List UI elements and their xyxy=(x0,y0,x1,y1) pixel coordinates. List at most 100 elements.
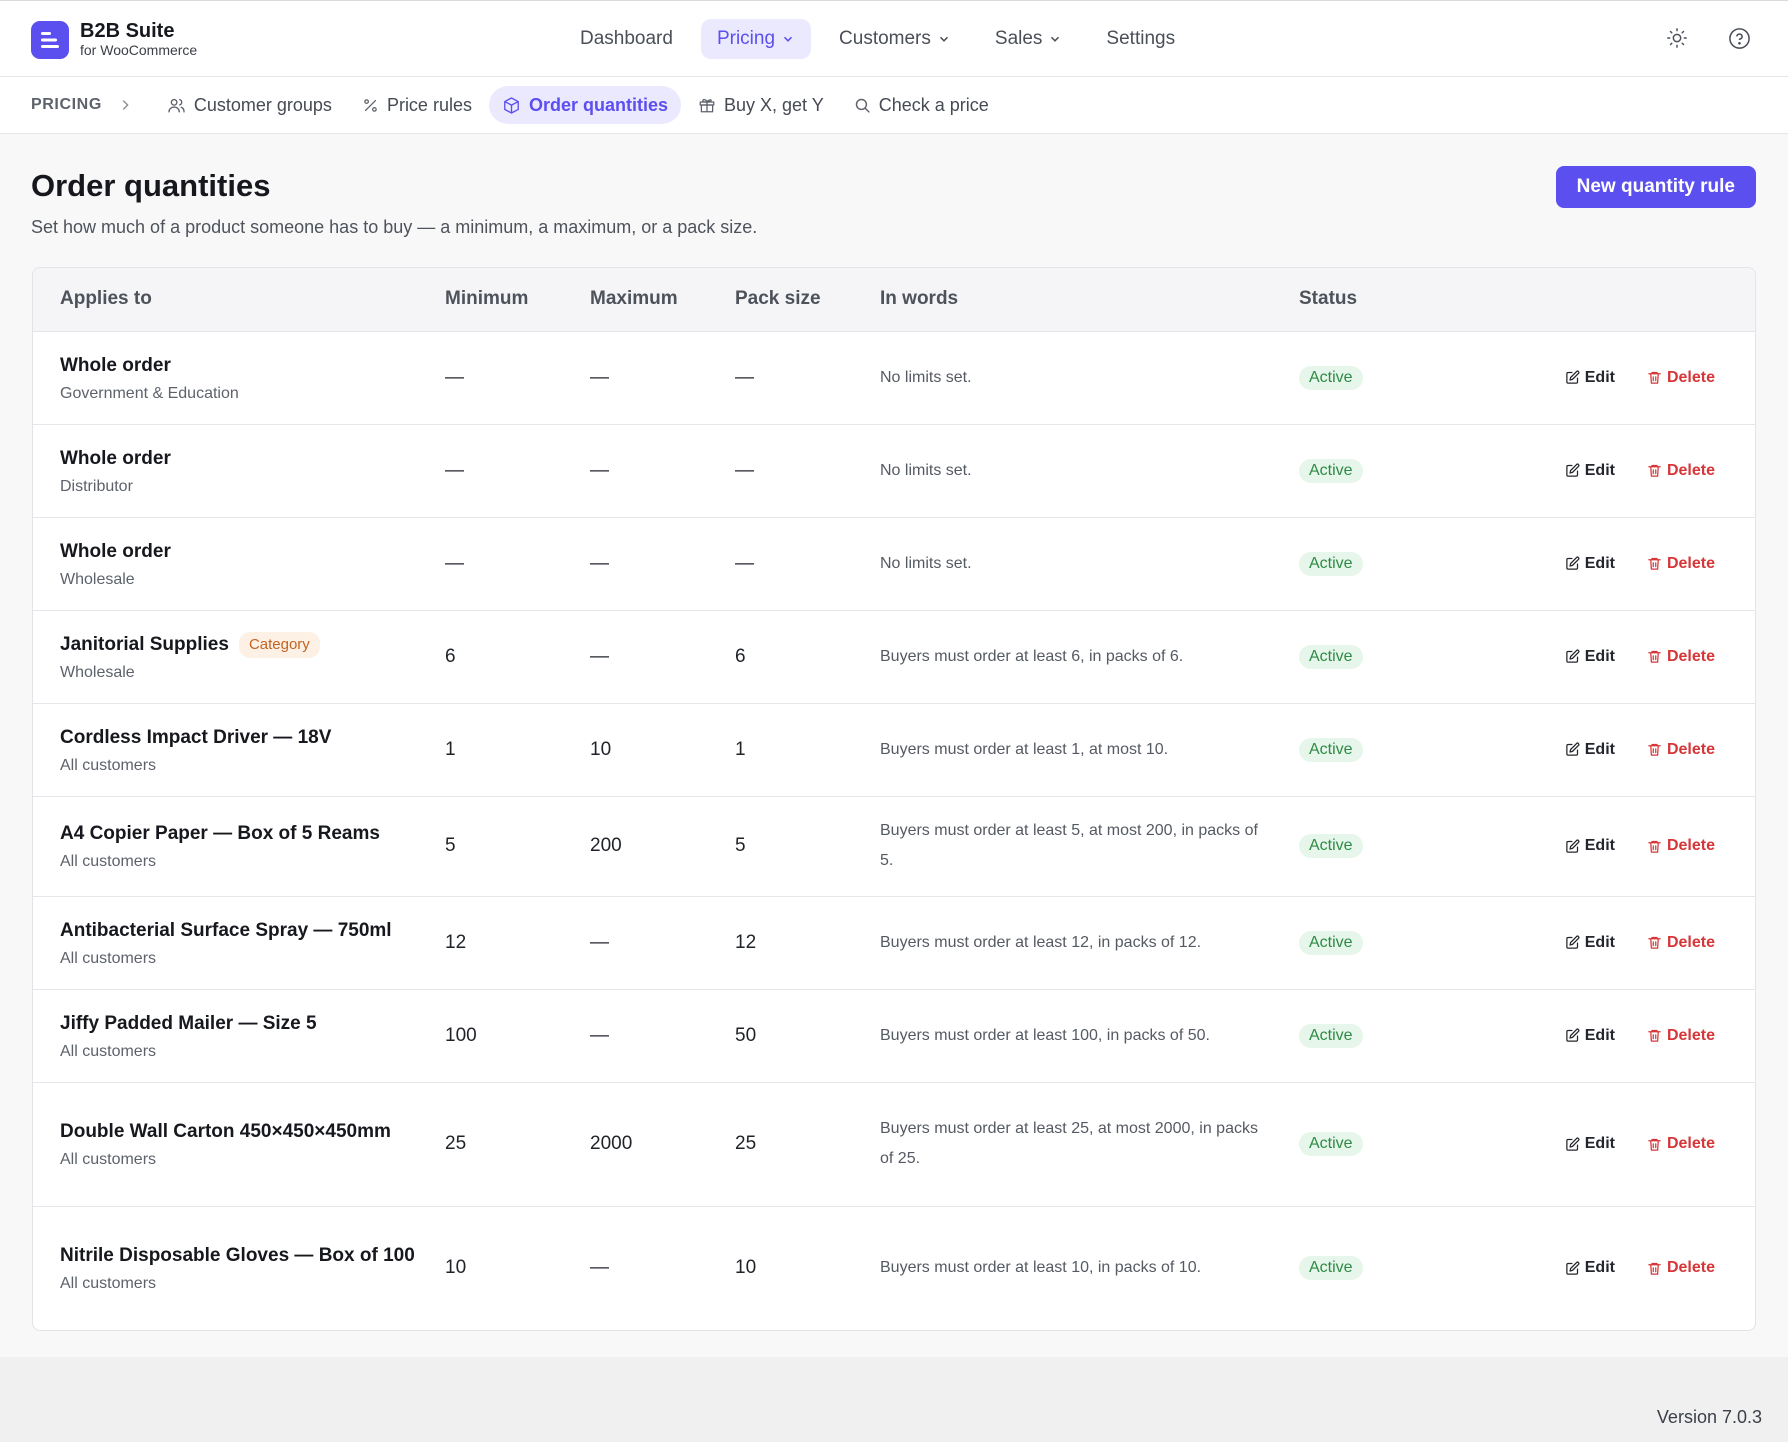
tab-check-a-price-label: Check a price xyxy=(878,94,989,115)
tab-price-rules[interactable]: Price rules xyxy=(349,86,485,124)
delete-button-label: Delete xyxy=(1666,368,1715,386)
edit-button-label: Edit xyxy=(1584,461,1615,479)
edit-button[interactable]: Edit xyxy=(1565,934,1615,952)
edit-icon xyxy=(1566,1137,1580,1151)
cell-in-words: Buyers must order at least 6, in packs o… xyxy=(880,610,1299,704)
cell-minimum: 100 xyxy=(445,989,590,1083)
rule-customer-group: Government & Education xyxy=(60,384,239,402)
breadcrumb[interactable]: PRICING xyxy=(31,96,102,114)
delete-button[interactable]: Delete xyxy=(1647,741,1715,759)
edit-button[interactable]: Edit xyxy=(1565,837,1615,855)
cell-actions: Edit Delete xyxy=(1499,796,1755,897)
nav-customers[interactable]: Customers xyxy=(823,19,967,59)
rule-customer-group: All customers xyxy=(60,949,157,967)
tab-buy-x-get-y[interactable]: Buy X, get Y xyxy=(685,86,837,124)
cell-applies-to: Janitorial Supplies Category Wholesale xyxy=(33,610,445,704)
tab-buy-x-get-y-label: Buy X, get Y xyxy=(724,94,824,115)
edit-icon xyxy=(1566,649,1580,663)
table-row: Nitrile Disposable Gloves — Box of 100 Al… xyxy=(33,1206,1755,1330)
cell-in-words: Buyers must order at least 100, in packs… xyxy=(880,989,1299,1083)
status-badge: Active xyxy=(1299,930,1363,955)
trash-icon xyxy=(1648,557,1661,570)
cell-actions: Edit Delete xyxy=(1499,1206,1755,1330)
tab-customer-groups-label: Customer groups xyxy=(193,94,332,115)
brand-subtitle: for WooCommerce xyxy=(80,42,198,58)
nav-settings[interactable]: Settings xyxy=(1090,19,1191,59)
help-circle-icon[interactable] xyxy=(1726,25,1752,51)
nav-pricing[interactable]: Pricing xyxy=(700,19,812,59)
edit-button[interactable]: Edit xyxy=(1565,1027,1615,1045)
delete-button[interactable]: Delete xyxy=(1647,1027,1715,1045)
sub-nav: PRICING Customer groups Price rules Orde… xyxy=(0,77,1788,134)
delete-button-label: Delete xyxy=(1666,740,1715,758)
tab-order-quantities-label: Order quantities xyxy=(528,94,668,115)
trash-icon xyxy=(1648,840,1661,853)
nav-sales[interactable]: Sales xyxy=(979,19,1079,59)
cell-in-words: No limits set. xyxy=(880,424,1299,518)
delete-button[interactable]: Delete xyxy=(1647,934,1715,952)
chevron-right-icon xyxy=(118,98,132,112)
delete-button[interactable]: Delete xyxy=(1647,555,1715,573)
delete-button[interactable]: Delete xyxy=(1647,837,1715,855)
rule-target-name: Jiffy Padded Mailer — Size 5 xyxy=(60,1012,317,1034)
rule-customer-group: All customers xyxy=(60,853,157,870)
nav-customers-label: Customers xyxy=(839,28,931,49)
page-description: Set how much of a product someone has to… xyxy=(31,217,758,237)
edit-button-label: Edit xyxy=(1584,1259,1615,1277)
footer: Version 7.0.3 xyxy=(0,1357,1788,1442)
edit-button[interactable]: Edit xyxy=(1565,1259,1615,1277)
edit-button[interactable]: Edit xyxy=(1565,369,1615,387)
cell-status: Active xyxy=(1299,1082,1499,1207)
brand-logo-icon xyxy=(31,20,69,59)
category-badge: Category xyxy=(238,631,320,658)
sun-icon[interactable] xyxy=(1664,25,1690,51)
quantity-rules-table: Applies to Minimum Maximum Pack size In … xyxy=(32,267,1756,1331)
edit-button-label: Edit xyxy=(1584,554,1615,572)
new-quantity-rule-button[interactable]: New quantity rule xyxy=(1555,166,1756,208)
delete-button[interactable]: Delete xyxy=(1647,648,1715,666)
edit-button[interactable]: Edit xyxy=(1565,648,1615,666)
nav-dashboard[interactable]: Dashboard xyxy=(564,19,689,59)
cell-actions: Edit Delete xyxy=(1499,424,1755,518)
edit-button[interactable]: Edit xyxy=(1565,555,1615,573)
percent-icon xyxy=(364,98,377,112)
table-row: Jiffy Padded Mailer — Size 5 All customer… xyxy=(33,989,1755,1083)
cell-minimum: 1 xyxy=(445,703,590,797)
tab-customer-groups[interactable]: Customer groups xyxy=(154,86,345,124)
trash-icon xyxy=(1648,1262,1661,1275)
tab-order-quantities[interactable]: Order quantities xyxy=(488,86,681,124)
rule-target-name: Whole order xyxy=(60,354,171,376)
delete-button[interactable]: Delete xyxy=(1647,1135,1715,1153)
cell-actions: Edit Delete xyxy=(1499,703,1755,797)
cell-status: Active xyxy=(1299,703,1499,797)
rule-customer-group: Wholesale xyxy=(60,570,135,588)
brand[interactable]: B2B Suite for WooCommerce xyxy=(31,20,197,59)
delete-button[interactable]: Delete xyxy=(1647,462,1715,480)
column-header-pack-size: Pack size xyxy=(735,268,880,332)
rule-customer-group: Wholesale xyxy=(60,663,135,681)
page-title: Order quantities xyxy=(31,168,271,203)
cell-status: Active xyxy=(1299,989,1499,1083)
cell-pack-size: 50 xyxy=(735,989,880,1083)
nav-settings-label: Settings xyxy=(1106,28,1176,49)
edit-button[interactable]: Edit xyxy=(1565,1135,1615,1153)
delete-button-label: Delete xyxy=(1666,933,1715,951)
rule-customer-group: All customers xyxy=(60,1275,157,1293)
edit-button[interactable]: Edit xyxy=(1565,462,1615,480)
edit-button[interactable]: Edit xyxy=(1565,741,1615,759)
cell-minimum: — xyxy=(445,517,590,611)
column-header-in-words: In words xyxy=(880,268,1299,332)
cell-status: Active xyxy=(1299,610,1499,704)
edit-icon xyxy=(1566,839,1580,853)
delete-button[interactable]: Delete xyxy=(1647,369,1715,387)
trash-icon xyxy=(1648,371,1661,384)
trash-icon xyxy=(1648,743,1661,756)
table-row: A4 Copier Paper — Box of 5 Reams All cust… xyxy=(33,796,1755,897)
table-row: Antibacterial Surface Spray — 750ml All c… xyxy=(33,896,1755,990)
edit-button-label: Edit xyxy=(1584,647,1615,665)
edit-icon xyxy=(1566,463,1580,477)
delete-button[interactable]: Delete xyxy=(1647,1259,1715,1277)
cell-pack-size: 6 xyxy=(735,610,880,704)
tab-check-a-price[interactable]: Check a price xyxy=(841,86,1002,124)
cell-minimum: 25 xyxy=(445,1082,590,1207)
